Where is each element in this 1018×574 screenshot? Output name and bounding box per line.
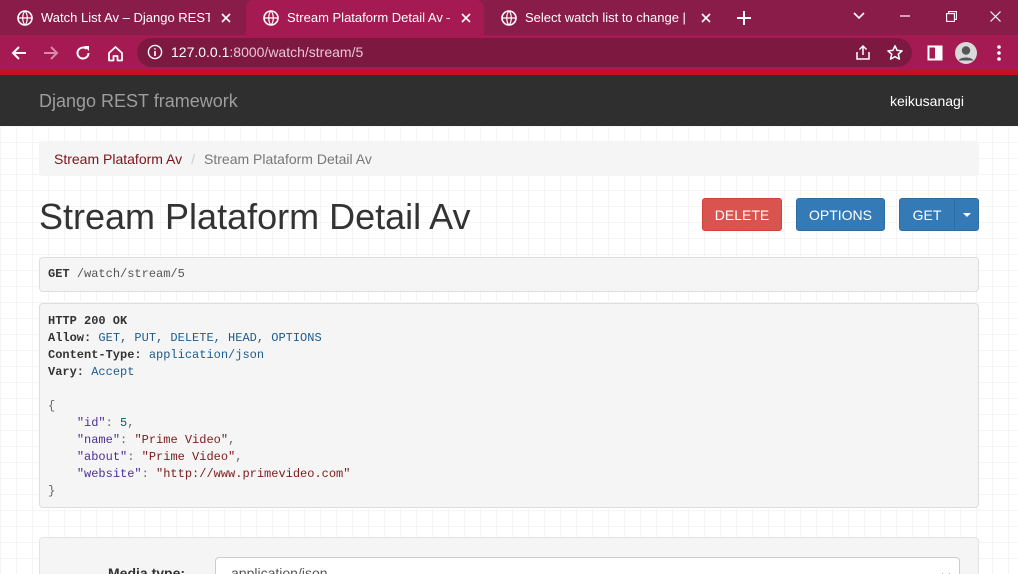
tab-title: Select watch list to change | Django sit… — [525, 10, 690, 25]
restore-icon — [945, 10, 957, 22]
forward-button[interactable] — [38, 40, 64, 66]
minimize-icon — [900, 15, 910, 17]
close-tab-icon[interactable] — [218, 10, 234, 26]
arrow-right-icon — [44, 46, 59, 60]
content-type-value: application/json — [148, 348, 265, 362]
share-icon[interactable] — [854, 44, 872, 62]
json-key-about: "about" — [76, 450, 128, 464]
request-method: GET — [48, 267, 70, 281]
browser-toolbar: 127.0.0.1:8000/watch/stream/5 — [0, 35, 1018, 70]
globe-icon — [263, 9, 279, 26]
close-tab-icon[interactable] — [458, 10, 474, 26]
browser-tab-strip: Watch List Av – Django REST framework St… — [0, 0, 1018, 35]
new-tab-button[interactable] — [733, 7, 755, 29]
allow-label: Allow: — [48, 331, 92, 345]
url-host: 127.0.0.1 — [171, 44, 230, 60]
json-key-name: "name" — [76, 433, 121, 447]
media-type-value: application/json — [231, 565, 328, 574]
tab-title: Watch List Av – Django REST framework — [41, 10, 210, 25]
navbar: Django REST framework keikusanagi — [0, 75, 1018, 126]
json-key-website: "website" — [76, 467, 142, 481]
info-icon[interactable] — [147, 44, 163, 60]
tab-title: Stream Plataform Detail Av – Django REST… — [287, 10, 450, 25]
vary-label: Vary: — [48, 365, 85, 379]
profile-button[interactable] — [953, 40, 979, 66]
globe-icon — [17, 9, 33, 26]
response-status: HTTP 200 OK — [48, 314, 128, 328]
side-panel-button[interactable] — [922, 40, 948, 66]
brand-link[interactable]: Django REST framework — [39, 91, 238, 112]
json-close-brace: } — [48, 484, 56, 498]
json-open-brace: { — [48, 399, 56, 413]
json-value-about: "Prime Video" — [141, 450, 236, 464]
url-text[interactable]: 127.0.0.1:8000/watch/stream/5 — [171, 44, 363, 60]
page-title: Stream Plataform Detail Av — [39, 196, 471, 237]
raw-data-form: Media type: application/json — [39, 537, 979, 574]
reload-button[interactable] — [70, 40, 96, 66]
side-panel-icon — [927, 45, 943, 61]
minimize-button[interactable] — [882, 0, 928, 32]
json-key-id: "id" — [76, 416, 106, 430]
breadcrumb-separator: / — [191, 150, 196, 167]
allow-value: GET, PUT, DELETE, HEAD, OPTIONS — [98, 331, 322, 345]
restore-button[interactable] — [928, 0, 974, 32]
globe-icon — [501, 9, 517, 26]
options-button[interactable]: OPTIONS — [796, 198, 885, 231]
tab-watch-list[interactable]: Watch List Av – Django REST framework — [0, 0, 244, 35]
delete-button[interactable]: DELETE — [702, 198, 782, 231]
content-type-label: Content-Type: — [48, 348, 142, 362]
star-icon[interactable] — [886, 44, 904, 62]
request-info: GET /watch/stream/5 — [39, 257, 979, 292]
url-path: :8000/watch/stream/5 — [229, 44, 364, 60]
json-value-website: "http://www.primevideo.com" — [156, 467, 351, 481]
avatar — [955, 42, 977, 64]
tab-stream-detail[interactable]: Stream Plataform Detail Av – Django REST… — [246, 0, 484, 35]
media-type-select[interactable]: application/json — [215, 557, 960, 574]
home-button[interactable] — [102, 40, 128, 66]
close-icon — [989, 10, 1001, 22]
get-format-dropdown[interactable] — [954, 198, 979, 231]
tab-admin-watch-list[interactable]: Select watch list to change | Django sit… — [484, 0, 724, 35]
breadcrumb-link[interactable]: Stream Plataform Av — [54, 151, 182, 167]
request-path: /watch/stream/5 — [76, 267, 185, 281]
menu-button[interactable] — [986, 40, 1012, 66]
close-window-button[interactable] — [972, 0, 1018, 32]
address-bar[interactable]: 127.0.0.1:8000/watch/stream/5 — [137, 38, 912, 67]
caret-down-icon — [962, 212, 971, 217]
get-button[interactable]: GET — [899, 198, 955, 231]
main-content: Stream Plataform Av / Stream Plataform D… — [0, 126, 1018, 574]
breadcrumb-active: Stream Plataform Detail Av — [204, 150, 372, 167]
close-tab-icon[interactable] — [698, 10, 714, 26]
more-vertical-icon — [997, 45, 1001, 61]
arrow-left-icon — [11, 46, 26, 60]
response-info: HTTP 200 OK Allow: GET, PUT, DELETE, HEA… — [39, 303, 979, 508]
media-type-label: Media type: — [108, 565, 186, 574]
tab-search-button[interactable] — [836, 0, 882, 32]
back-button[interactable] — [6, 40, 32, 66]
breadcrumb: Stream Plataform Av / Stream Plataform D… — [39, 141, 979, 176]
user-menu[interactable]: keikusanagi — [890, 93, 964, 109]
home-icon — [107, 45, 123, 61]
reload-icon — [76, 46, 90, 60]
vary-value: Accept — [91, 365, 135, 379]
json-value-name: "Prime Video" — [134, 433, 229, 447]
chevron-down-icon — [853, 12, 865, 20]
plus-icon — [737, 11, 751, 25]
